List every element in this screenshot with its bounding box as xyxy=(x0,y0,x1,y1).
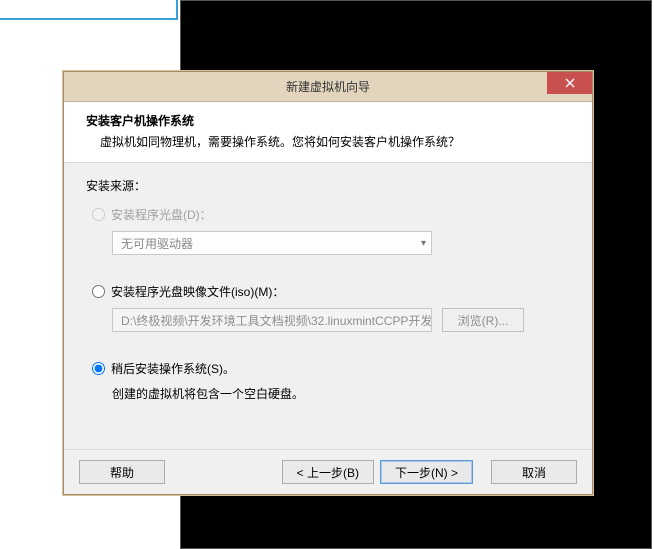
radio-iso[interactable] xyxy=(92,285,105,298)
footer: 帮助 < 上一步(B) 下一步(N) > 取消 xyxy=(64,449,592,494)
back-button[interactable]: < 上一步(B) xyxy=(282,460,374,484)
browse-button: 浏览(R)... xyxy=(442,308,524,332)
radio-iso-label: 安装程序光盘映像文件(iso)(M)： xyxy=(111,283,284,300)
help-button-label: 帮助 xyxy=(110,464,134,481)
back-button-label: < 上一步(B) xyxy=(297,464,359,481)
radio-option-iso[interactable]: 安装程序光盘映像文件(iso)(M)： xyxy=(86,283,570,300)
window-frame-fragment xyxy=(0,0,178,20)
radio-disc-label: 安装程序光盘(D)： xyxy=(111,206,212,223)
cancel-button[interactable]: 取消 xyxy=(491,460,577,484)
close-button[interactable] xyxy=(547,72,592,94)
cancel-button-label: 取消 xyxy=(522,464,546,481)
help-button[interactable]: 帮助 xyxy=(79,460,165,484)
dialog-title: 新建虚拟机向导 xyxy=(64,78,592,95)
radio-option-later[interactable]: 稍后安装操作系统(S)。 xyxy=(86,360,570,377)
next-button-label: 下一步(N) > xyxy=(395,464,458,481)
radio-later[interactable] xyxy=(92,362,105,375)
later-hint: 创建的虚拟机将包含一个空白硬盘。 xyxy=(112,385,570,402)
drive-select-text: 无可用驱动器 xyxy=(121,235,193,252)
header-title: 安装客户机操作系统 xyxy=(86,112,570,129)
titlebar: 新建虚拟机向导 xyxy=(64,72,592,102)
iso-row: D:\终极视频\开发环境工具文档视频\32.linuxmintCCPP开发 ▾ … xyxy=(112,308,570,332)
iso-path-combo: D:\终极视频\开发环境工具文档视频\32.linuxmintCCPP开发 ▾ xyxy=(112,308,432,332)
drive-select: 无可用驱动器 ▾ xyxy=(112,231,432,255)
chevron-down-icon: ▾ xyxy=(421,238,426,249)
source-label: 安装来源： xyxy=(86,177,570,194)
header-subtitle: 虚拟机如同物理机，需要操作系统。您将如何安装客户机操作系统？ xyxy=(86,133,570,150)
new-vm-wizard-dialog: 新建虚拟机向导 安装客户机操作系统 虚拟机如同物理机，需要操作系统。您将如何安装… xyxy=(63,71,593,495)
header-panel: 安装客户机操作系统 虚拟机如同物理机，需要操作系统。您将如何安装客户机操作系统？ xyxy=(64,102,592,163)
next-button[interactable]: 下一步(N) > xyxy=(380,460,473,484)
browse-button-label: 浏览(R)... xyxy=(458,312,509,329)
close-icon xyxy=(565,78,575,88)
radio-disc xyxy=(92,208,105,221)
radio-option-disc: 安装程序光盘(D)： xyxy=(86,206,570,223)
app-background: 新建虚拟机向导 安装客户机操作系统 虚拟机如同物理机，需要操作系统。您将如何安装… xyxy=(0,0,654,549)
content-area: 安装来源： 安装程序光盘(D)： 无可用驱动器 ▾ 安装程序光盘映像文件(iso… xyxy=(64,163,592,412)
radio-later-label: 稍后安装操作系统(S)。 xyxy=(111,360,235,377)
iso-path-text: D:\终极视频\开发环境工具文档视频\32.linuxmintCCPP开发 xyxy=(121,312,432,329)
